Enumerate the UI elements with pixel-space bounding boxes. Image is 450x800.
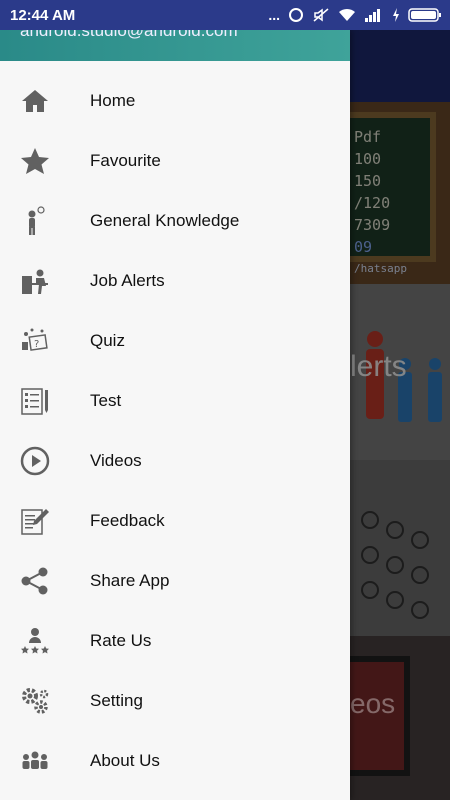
menu-item-label: About Us bbox=[90, 751, 160, 770]
menu-item-favourite[interactable]: Favourite bbox=[0, 131, 350, 191]
menu-item-label: Share App bbox=[90, 571, 170, 590]
menu-item-label: Setting bbox=[90, 691, 143, 710]
play-circle-icon bbox=[0, 446, 90, 476]
menu-item-label: Home bbox=[90, 91, 136, 110]
menu-item-label: Job Alerts bbox=[90, 271, 165, 290]
menu-item-setting[interactable]: Setting bbox=[0, 671, 350, 731]
menu-item-label: Feedback bbox=[90, 511, 165, 530]
rate-icon bbox=[0, 626, 90, 656]
menu-item-label: General Knowledge bbox=[90, 211, 240, 230]
battery-icon bbox=[408, 7, 442, 23]
mute-icon bbox=[312, 7, 330, 23]
menu-item-label: Videos bbox=[90, 451, 142, 470]
menu-item-test[interactable]: Test bbox=[0, 371, 350, 431]
feedback-icon bbox=[0, 506, 90, 536]
menu-item-share-app[interactable]: Share App bbox=[0, 551, 350, 611]
menu-item-label: Test bbox=[90, 391, 122, 410]
status-bar: 12:44 AM ... bbox=[0, 0, 450, 30]
quiz-icon: ? bbox=[0, 326, 90, 356]
thinking-person-icon bbox=[0, 206, 90, 236]
desk-worker-icon bbox=[0, 266, 90, 296]
menu-item-videos[interactable]: Videos bbox=[0, 431, 350, 491]
star-icon bbox=[0, 146, 90, 176]
wifi-icon bbox=[338, 8, 356, 22]
more-dots: ... bbox=[268, 7, 280, 23]
share-icon bbox=[0, 566, 90, 596]
menu-item-quiz[interactable]: ? Quiz bbox=[0, 311, 350, 371]
menu-item-label: Quiz bbox=[90, 331, 125, 350]
navigation-drawer: android.studio@android.com Home Favourit… bbox=[0, 30, 350, 800]
checklist-icon bbox=[0, 386, 90, 416]
user-email: android.studio@android.com bbox=[20, 30, 238, 40]
menu-item-rate-us[interactable]: Rate Us bbox=[0, 611, 350, 671]
signal-icon bbox=[364, 8, 384, 22]
menu-item-feedback[interactable]: Feedback bbox=[0, 491, 350, 551]
data-saver-icon bbox=[288, 7, 304, 23]
menu-item-about-us[interactable]: About Us bbox=[0, 731, 350, 791]
drawer-header: android.studio@android.com bbox=[0, 30, 350, 61]
menu-item-job-alerts[interactable]: Job Alerts bbox=[0, 251, 350, 311]
svg-text:?: ? bbox=[34, 339, 39, 350]
status-time: 12:44 AM bbox=[10, 6, 76, 24]
menu-item-general-knowledge[interactable]: General Knowledge bbox=[0, 191, 350, 251]
group-icon bbox=[0, 746, 90, 776]
drawer-scrim[interactable] bbox=[350, 30, 450, 800]
home-icon bbox=[0, 86, 90, 116]
menu-item-home[interactable]: Home bbox=[0, 71, 350, 131]
gears-icon bbox=[0, 686, 90, 716]
drawer-menu: Home Favourite General Knowledge Job Ale… bbox=[0, 61, 350, 791]
charging-icon bbox=[392, 8, 400, 22]
status-icons: ... bbox=[268, 7, 442, 23]
menu-item-label: Favourite bbox=[90, 151, 161, 170]
menu-item-label: Rate Us bbox=[90, 631, 152, 650]
